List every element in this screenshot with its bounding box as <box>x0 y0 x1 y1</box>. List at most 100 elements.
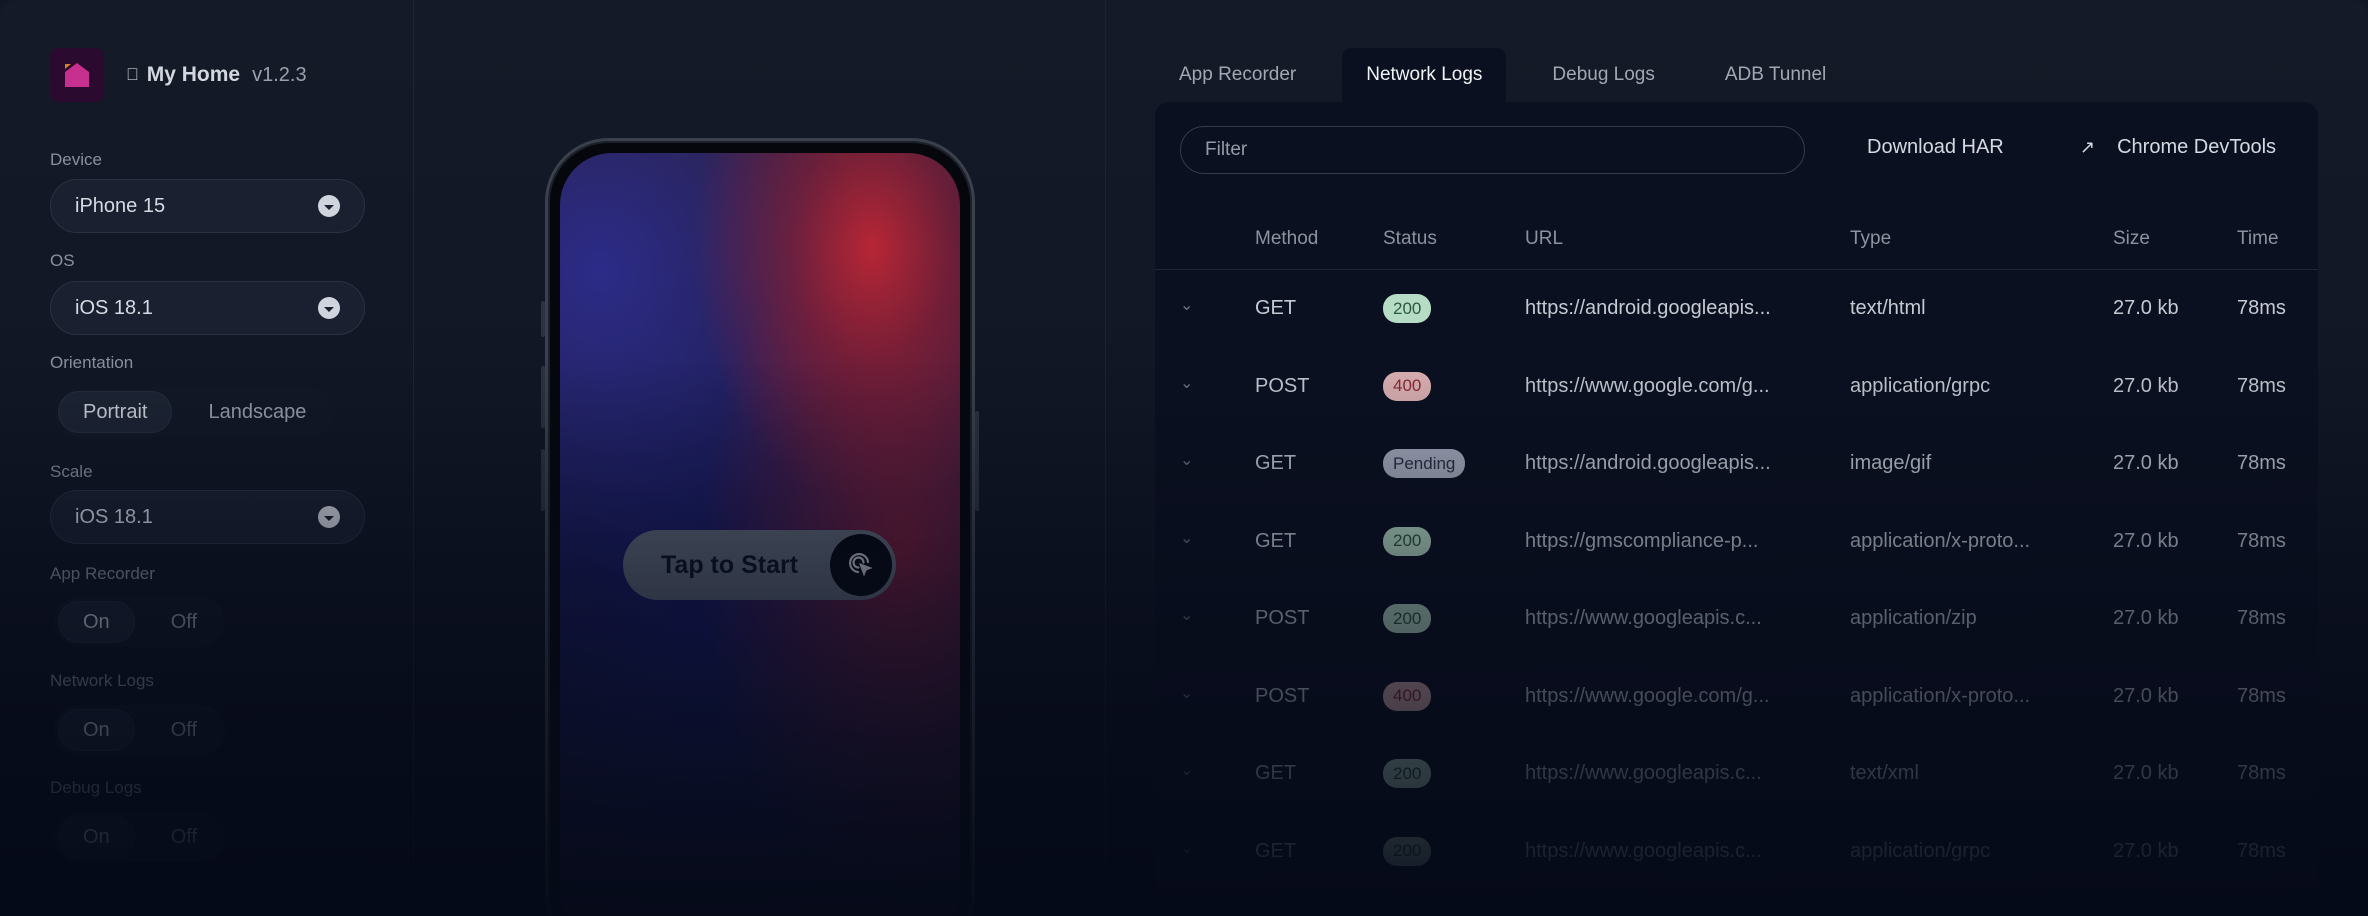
network-logs-panel: Download HAR ↗ Chrome DevTools Method St… <box>1155 102 2318 916</box>
row-time: 78ms <box>2237 762 2286 784</box>
phone-volume-down <box>541 449 545 511</box>
filter-input[interactable] <box>1180 126 1805 174</box>
column-time[interactable]: Time <box>2237 228 2279 250</box>
tap-to-start-button[interactable]: Tap to Start <box>623 530 896 600</box>
debug-logs-on[interactable]: On <box>58 816 135 858</box>
os-select[interactable]: iOS 18.1 <box>50 281 365 335</box>
tab-network-logs[interactable]: Network Logs <box>1342 48 1507 102</box>
orientation-portrait[interactable]: Portrait <box>58 391 173 433</box>
chevron-down-icon <box>318 297 340 319</box>
download-har-button[interactable]: Download HAR <box>1867 136 2004 159</box>
table-row[interactable]: ⌄ POST 400 https://www.google.com/g... a… <box>1155 659 2318 736</box>
app-recorder-label: App Recorder <box>50 564 155 583</box>
external-link-arrow-icon: ↗ <box>2080 137 2096 157</box>
debug-logs-off[interactable]: Off <box>147 816 221 858</box>
os-label: OS <box>50 251 75 270</box>
row-url: https://gmscompliance-p... <box>1525 529 1759 552</box>
phone-power-button <box>975 411 979 511</box>
status-badge: 400 <box>1383 371 1432 401</box>
expand-chevron-icon[interactable]: ⌄ <box>1180 683 1193 703</box>
app-recorder-on[interactable]: On <box>58 601 135 643</box>
network-logs-off[interactable]: Off <box>147 709 221 751</box>
row-method: GET <box>1255 529 1297 552</box>
expand-chevron-icon[interactable]: ⌄ <box>1180 528 1193 548</box>
row-size: 27.0 kb <box>2113 297 2179 319</box>
orientation-label: Orientation <box>50 353 134 372</box>
os-value: iOS 18.1 <box>75 296 153 319</box>
expand-chevron-icon[interactable]: ⌄ <box>1180 760 1193 780</box>
sidebar:  My Home v1.2.3 Device iPhone 15 OS iOS… <box>0 0 414 916</box>
row-type: application/grpc <box>1850 374 1991 397</box>
status-badge: 200 <box>1383 526 1432 556</box>
app-name: My Home <box>134 63 240 86</box>
table-row[interactable]: ⌄ GET 200 https://www.googleapis.c... te… <box>1155 736 2318 813</box>
table-row[interactable]: ⌄ POST 400 https://www.google.com/g... a… <box>1155 349 2318 426</box>
tap-to-start-label: Tap to Start <box>661 550 799 579</box>
app-brand:  My Home v1.2.3 <box>50 48 307 102</box>
row-size: 27.0 kb <box>2113 452 2179 474</box>
status-badge: 200 <box>1383 759 1432 788</box>
row-time: 78ms <box>2237 452 2286 474</box>
row-size: 27.0 kb <box>2113 839 2179 862</box>
tab-app-recorder[interactable]: App Recorder <box>1155 48 1320 102</box>
tab-adb-tunnel[interactable]: ADB Tunnel <box>1701 48 1850 102</box>
row-time: 78ms <box>2237 607 2286 629</box>
row-size: 27.0 kb <box>2113 762 2179 784</box>
debug-logs-label: Debug Logs <box>50 778 142 797</box>
column-url[interactable]: URL <box>1525 228 1563 250</box>
row-size: 27.0 kb <box>2113 684 2179 707</box>
tab-bar: App Recorder Network Logs Debug Logs ADB… <box>1155 48 1872 102</box>
table-row[interactable]: ⌄ GET 200 https://gmscompliance-p... app… <box>1155 504 2318 581</box>
network-logs-label: Network Logs <box>50 671 154 690</box>
column-type[interactable]: Type <box>1850 228 1891 250</box>
status-badge: 200 <box>1383 604 1432 633</box>
app-version: v1.2.3 <box>239 63 306 86</box>
row-time: 78ms <box>2237 839 2286 862</box>
row-url: https://www.googleapis.c... <box>1525 607 1762 629</box>
row-method: GET <box>1255 839 1297 862</box>
row-method: POST <box>1255 684 1310 707</box>
expand-chevron-icon[interactable]: ⌄ <box>1180 838 1193 858</box>
scale-select[interactable]: iOS 18.1 <box>50 490 365 544</box>
table-header: Method Status URL Type Size Time <box>1155 216 2318 270</box>
table-row[interactable]: ⌄ GET 200 https://www.googleapis.c... ap… <box>1155 814 2318 891</box>
row-time: 78ms <box>2237 297 2286 319</box>
home-icon <box>50 48 104 102</box>
row-url: https://android.googleapis... <box>1525 297 1771 319</box>
app-recorder-off[interactable]: Off <box>147 601 221 643</box>
status-badge: Pending <box>1383 449 1466 478</box>
expand-chevron-icon[interactable]: ⌄ <box>1180 373 1193 393</box>
chrome-devtools-button[interactable]: ↗ Chrome DevTools <box>2080 136 2276 159</box>
row-method: GET <box>1255 452 1297 474</box>
device-label: Device <box>50 150 102 169</box>
app-window:  My Home v1.2.3 Device iPhone 15 OS iOS… <box>0 0 2368 916</box>
orientation-landscape[interactable]: Landscape <box>184 391 330 433</box>
row-url: https://www.googleapis.c... <box>1525 762 1762 784</box>
column-status[interactable]: Status <box>1383 228 1437 250</box>
row-type: application/x-proto... <box>1850 529 2031 552</box>
debug-logs-toggle: On Off <box>54 812 225 862</box>
network-logs-on[interactable]: On <box>58 709 135 751</box>
expand-chevron-icon[interactable]: ⌄ <box>1180 450 1193 470</box>
table-row[interactable]: ⌄ GET 200 https://android.googleapis... … <box>1155 271 2318 348</box>
column-method[interactable]: Method <box>1255 228 1318 250</box>
expand-chevron-icon[interactable]: ⌄ <box>1180 605 1193 625</box>
device-select[interactable]: iPhone 15 <box>50 179 365 233</box>
column-size[interactable]: Size <box>2113 228 2150 250</box>
panel-divider <box>1105 0 1106 916</box>
row-url: https://android.googleapis... <box>1525 452 1771 474</box>
row-time: 78ms <box>2237 529 2286 552</box>
table-row[interactable]: ⌄ GET Pending https://android.googleapis… <box>1155 426 2318 503</box>
row-url: https://www.google.com/g... <box>1525 684 1770 707</box>
table-row[interactable]: ⌄ POST 200 https://www.googleapis.c... a… <box>1155 581 2318 658</box>
row-method: GET <box>1255 762 1297 784</box>
row-url: https://www.googleapis.c... <box>1525 839 1762 862</box>
tab-debug-logs[interactable]: Debug Logs <box>1528 48 1678 102</box>
chevron-down-icon <box>318 195 340 217</box>
row-type: application/zip <box>1850 607 1977 629</box>
row-size: 27.0 kb <box>2113 607 2179 629</box>
phone-action-button <box>541 301 545 337</box>
apple-icon:  <box>126 65 139 85</box>
chevron-down-icon <box>318 506 340 528</box>
expand-chevron-icon[interactable]: ⌄ <box>1180 295 1193 315</box>
